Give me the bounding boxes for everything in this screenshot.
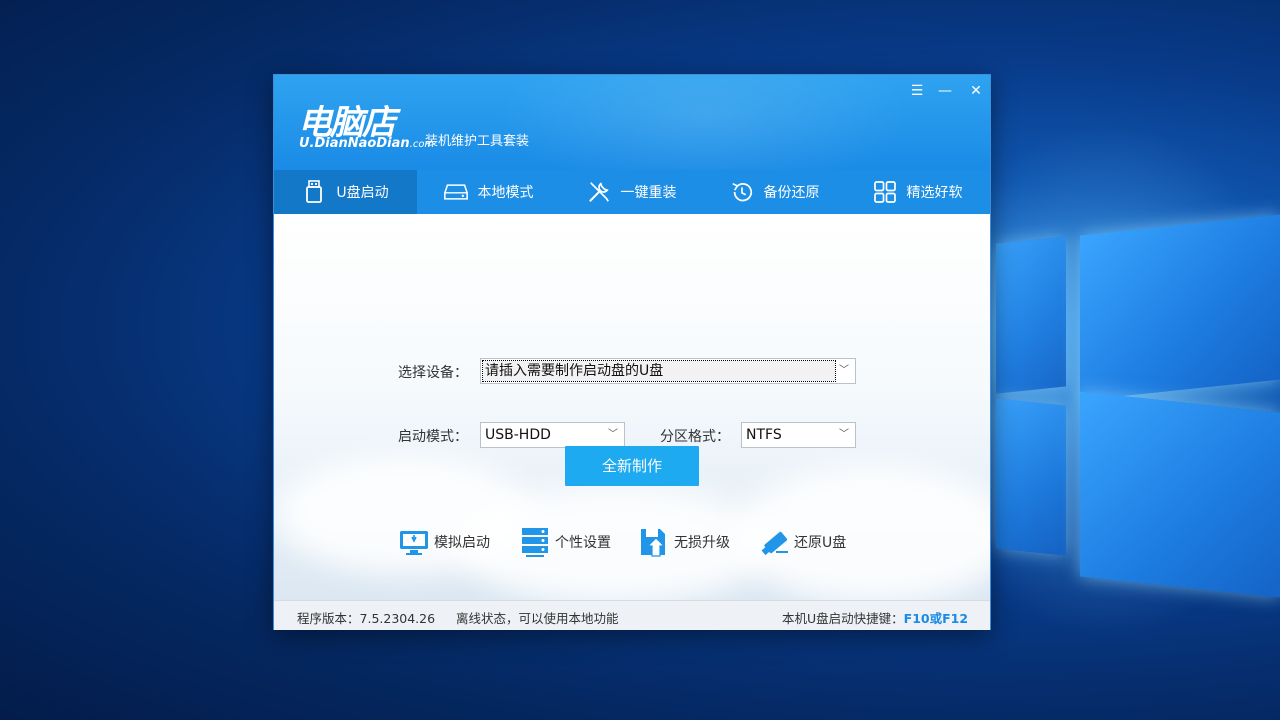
tab-local-mode[interactable]: 本地模式 (417, 170, 560, 214)
backup-restore-icon (730, 180, 754, 204)
chevron-down-icon: ﹀ (837, 359, 851, 383)
tools-icon (587, 180, 611, 204)
chevron-down-icon: ﹀ (606, 423, 620, 447)
upgrade-icon (638, 526, 670, 558)
tab-selected-software[interactable]: 精选好软 (846, 170, 989, 214)
app-window: 电脑店 U.DianNaoDian.com 装机维护工具套装 ☰ — ✕ U盘启… (273, 74, 991, 630)
logo-english: U.DianNaoDian.com (299, 136, 434, 151)
monitor-icon (398, 526, 430, 558)
tool-label: 无损升级 (674, 532, 730, 552)
device-label: 选择设备： (398, 362, 468, 382)
chevron-down-icon: ﹀ (837, 423, 851, 447)
lossless-upgrade-button[interactable]: 无损升级 (638, 524, 730, 560)
boot-mode-label: 启动模式： (398, 426, 468, 446)
simulate-boot-button[interactable]: 模拟启动 (398, 524, 490, 560)
boot-mode-select[interactable]: USB-HDD ﹀ (480, 422, 625, 448)
tool-label: 个性设置 (555, 532, 611, 552)
create-new-button[interactable]: 全新制作 (565, 446, 699, 486)
tab-backup-restore[interactable]: 备份还原 (703, 170, 846, 214)
tool-label: 模拟启动 (434, 532, 490, 552)
desktop-logo-pane (1080, 391, 1280, 597)
usb-restore-icon (758, 526, 790, 558)
apps-grid-icon (873, 180, 897, 204)
tab-label: U盘启动 (336, 182, 388, 202)
main-nav: U盘启动 本地模式 一键重装 备份还原 精选好软 (274, 170, 990, 214)
main-content: 选择设备： 请插入需要制作启动盘的U盘 ﹀ 启动模式： USB-HDD ﹀ 分区… (274, 214, 990, 600)
restore-usb-button[interactable]: 还原U盘 (758, 524, 846, 560)
tab-label: 精选好软 (907, 182, 963, 202)
app-tagline: 装机维护工具套装 (425, 130, 529, 149)
hard-disk-icon (444, 180, 468, 204)
hotkey-text: 本机U盘启动快捷键：F10或F12 (782, 608, 968, 627)
personal-settings-button[interactable]: 个性设置 (519, 524, 611, 560)
version-value: 7.5.2304.26 (360, 611, 436, 626)
close-button[interactable]: ✕ (965, 81, 987, 101)
hotkey-value: F10或F12 (904, 611, 968, 626)
desktop-logo-pane (996, 398, 1066, 555)
device-select-value: 请插入需要制作启动盘的U盘 (483, 361, 835, 381)
partition-select[interactable]: NTFS ﹀ (741, 422, 856, 448)
status-bar: 程序版本：7.5.2304.26 离线状态，可以使用本地功能 本机U盘启动快捷键… (274, 600, 990, 630)
partition-value: NTFS (744, 425, 835, 445)
tab-label: 一键重装 (621, 182, 677, 202)
app-header: 电脑店 U.DianNaoDian.com 装机维护工具套装 ☰ — ✕ (274, 75, 990, 170)
hotkey-label: 本机U盘启动快捷键： (782, 611, 904, 626)
version-text: 程序版本：7.5.2304.26 (297, 608, 435, 627)
usb-drive-icon (302, 180, 326, 204)
logo-english-main: U.DianNaoDian (299, 136, 410, 151)
partition-label: 分区格式： (660, 426, 730, 446)
tab-usb-boot[interactable]: U盘启动 (274, 170, 417, 214)
minimize-button[interactable]: — (934, 81, 956, 101)
offline-status: 离线状态，可以使用本地功能 (456, 608, 619, 627)
tab-label: 备份还原 (764, 182, 820, 202)
desktop-logo-pane (996, 236, 1066, 393)
tool-label: 还原U盘 (794, 532, 846, 552)
desktop-logo-pane (1080, 214, 1280, 400)
device-select[interactable]: 请插入需要制作启动盘的U盘 ﹀ (480, 358, 856, 384)
version-label: 程序版本： (297, 611, 360, 626)
menu-button[interactable]: ☰ (906, 81, 928, 101)
tab-label: 本地模式 (478, 182, 534, 202)
server-settings-icon (519, 526, 551, 558)
tab-one-click-reinstall[interactable]: 一键重装 (560, 170, 703, 214)
boot-mode-value: USB-HDD (483, 425, 604, 445)
